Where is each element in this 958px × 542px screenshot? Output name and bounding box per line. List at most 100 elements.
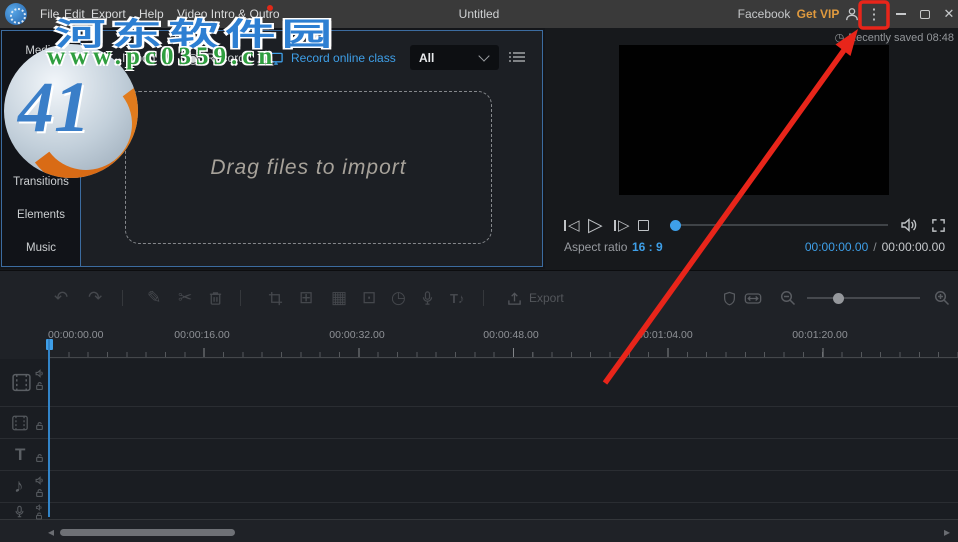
lock-toggle-icon[interactable] bbox=[35, 421, 44, 431]
sidebar-item-text[interactable]: Text bbox=[2, 73, 80, 97]
redo-button[interactable]: ↷ bbox=[88, 283, 102, 313]
more-menu-button[interactable]: ⋮ bbox=[864, 0, 884, 28]
sidebar-item-music[interactable]: Music bbox=[2, 236, 80, 260]
text-track[interactable]: T bbox=[0, 439, 958, 471]
ruler-label: 00:00:16.00 bbox=[174, 329, 229, 341]
voiceover-button[interactable] bbox=[421, 283, 434, 313]
duration-clock-icon: ◷ bbox=[391, 288, 406, 308]
account-button[interactable] bbox=[843, 0, 861, 28]
lock-toggle-icon[interactable] bbox=[35, 512, 43, 520]
snap-button[interactable] bbox=[723, 283, 736, 313]
timeline-zoom-slider-thumb[interactable] bbox=[833, 293, 844, 304]
zoom-in-button[interactable] bbox=[934, 283, 950, 313]
enlarge-icon: ⊞ bbox=[299, 288, 313, 308]
aspect-ratio-value[interactable]: 16 : 9 bbox=[632, 240, 663, 254]
voiceover-track[interactable] bbox=[0, 503, 958, 520]
lock-toggle-icon[interactable] bbox=[35, 488, 44, 498]
stop-button[interactable] bbox=[638, 212, 649, 238]
mute-toggle-icon[interactable] bbox=[35, 476, 44, 485]
ruler-labels: 00:00:00.00 00:00:16.00 00:00:32.00 00:0… bbox=[0, 329, 958, 343]
facebook-link[interactable]: Facebook bbox=[739, 0, 789, 28]
text-track-icon: T bbox=[15, 445, 25, 465]
seek-slider-track[interactable] bbox=[670, 224, 888, 226]
ruler-label: 00:01:20.00 bbox=[792, 329, 847, 341]
title-bar: File Edit Export Help Video Intro & Outr… bbox=[0, 0, 958, 28]
ruler-label: 00:00:32.00 bbox=[329, 329, 384, 341]
edit-button[interactable]: ✎ bbox=[147, 283, 161, 313]
timeline-ruler[interactable] bbox=[49, 347, 958, 358]
pip-track[interactable] bbox=[0, 407, 958, 439]
zoom-out-button[interactable] bbox=[780, 283, 796, 313]
fullscreen-button[interactable] bbox=[931, 212, 946, 238]
play-button[interactable]: ▷ bbox=[588, 212, 603, 238]
list-view-button[interactable] bbox=[508, 49, 526, 65]
scroll-left-arrow[interactable]: ◂ bbox=[48, 526, 54, 540]
timeline-zoom-slider-track[interactable] bbox=[807, 297, 920, 299]
microphone-icon bbox=[421, 290, 434, 306]
fit-timeline-icon bbox=[744, 291, 762, 306]
record-button[interactable]: ◉ Record bbox=[187, 44, 245, 72]
drag-files-dropzone[interactable]: Drag files to import bbox=[125, 91, 492, 244]
stop-icon bbox=[638, 220, 649, 231]
toolbar-divider bbox=[122, 290, 123, 306]
minimize-button[interactable] bbox=[893, 0, 909, 28]
media-filter-dropdown[interactable]: All bbox=[410, 45, 499, 70]
track-toggles bbox=[35, 453, 44, 463]
redo-icon: ↷ bbox=[88, 288, 102, 308]
preview-panel: ◷ Recently saved 08:48 ◁ ▷ ▷ bbox=[545, 28, 958, 269]
current-time: 00:00:00.00 bbox=[805, 240, 868, 254]
record-label: Record bbox=[206, 51, 245, 65]
fit-timeline-button[interactable] bbox=[744, 283, 762, 313]
split-scissors-icon: ✂ bbox=[178, 288, 192, 308]
lock-toggle-icon[interactable] bbox=[35, 381, 44, 391]
beecut-video-editor-window: File Edit Export Help Video Intro & Outr… bbox=[0, 0, 958, 542]
seek-slider-thumb[interactable] bbox=[670, 220, 681, 231]
text-to-speech-icon: T♪ bbox=[450, 291, 464, 306]
mute-toggle-icon[interactable] bbox=[35, 504, 43, 511]
music-track[interactable]: ♪ bbox=[0, 471, 958, 503]
sidebar-item-filters[interactable]: Filters bbox=[2, 105, 80, 129]
mute-toggle-icon[interactable] bbox=[35, 369, 44, 378]
playhead-line[interactable] bbox=[48, 339, 50, 517]
timecode-display: 00:00:00.00 / 00:00:00.00 bbox=[805, 240, 945, 254]
monitor-icon bbox=[268, 51, 284, 66]
previous-frame-button[interactable]: ◁ bbox=[564, 212, 580, 238]
get-vip-button[interactable]: Get VIP bbox=[796, 0, 840, 28]
sidebar-item-elements[interactable]: Elements bbox=[2, 203, 80, 227]
scrollbar-thumb[interactable] bbox=[60, 529, 235, 536]
film-outline-icon bbox=[11, 414, 29, 432]
crop-icon bbox=[268, 291, 283, 306]
drag-hint-text: Drag files to import bbox=[210, 156, 406, 180]
sidebar-item-media[interactable]: Media bbox=[2, 39, 80, 63]
clock-icon: ◷ bbox=[835, 31, 845, 44]
scroll-right-arrow[interactable]: ▸ bbox=[944, 526, 950, 540]
video-track[interactable] bbox=[0, 359, 958, 407]
undo-button[interactable]: ↶ bbox=[54, 283, 68, 313]
track-toggles bbox=[35, 476, 44, 498]
record-online-class-button[interactable]: Record online class bbox=[268, 44, 396, 72]
enlarge-button[interactable]: ⊞ bbox=[299, 283, 313, 313]
upper-section: Media Text Filters Overlays Transitions … bbox=[0, 28, 958, 269]
import-label: Import bbox=[122, 51, 156, 65]
volume-button[interactable] bbox=[900, 212, 918, 238]
maximize-button[interactable] bbox=[917, 0, 933, 28]
next-frame-icon: ▷ bbox=[618, 216, 630, 234]
crop-button[interactable] bbox=[268, 283, 283, 313]
import-button[interactable]: Import bbox=[100, 44, 156, 72]
close-button[interactable]: ✕ bbox=[941, 0, 957, 28]
duration-button[interactable]: ◷ bbox=[391, 283, 406, 313]
film-icon bbox=[11, 372, 32, 393]
sidebar-item-overlays[interactable]: Overlays bbox=[2, 138, 80, 162]
delete-button[interactable] bbox=[208, 283, 223, 313]
split-button[interactable]: ✂ bbox=[178, 283, 192, 313]
track-toggles bbox=[35, 369, 44, 391]
sidebar-item-transitions[interactable]: Transitions bbox=[2, 170, 80, 194]
next-frame-button[interactable]: ▷ bbox=[614, 212, 630, 238]
snapshot-button[interactable]: ⊡ bbox=[362, 283, 376, 313]
record-online-class-label: Record online class bbox=[291, 51, 396, 65]
media-content: Import ◉ Record Record online class All bbox=[82, 31, 542, 266]
mosaic-button[interactable]: ▦ bbox=[331, 283, 347, 313]
export-button[interactable]: Export bbox=[507, 283, 564, 313]
lock-toggle-icon[interactable] bbox=[35, 453, 44, 463]
text-to-speech-button[interactable]: T♪ bbox=[450, 283, 464, 313]
